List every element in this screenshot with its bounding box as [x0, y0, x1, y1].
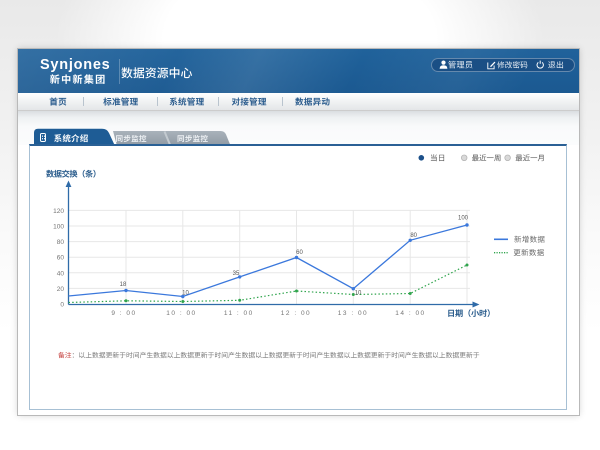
svg-text:0: 0	[60, 302, 64, 309]
svg-text:10: 10	[355, 291, 362, 297]
svg-text:12 : 00: 12 : 00	[281, 310, 311, 317]
svg-text:100: 100	[53, 224, 64, 231]
svg-text:18: 18	[120, 282, 127, 288]
svg-text:13 : 00: 13 : 00	[338, 310, 368, 317]
svg-text:10: 10	[182, 290, 189, 296]
svg-text:120: 120	[53, 208, 64, 215]
svg-text:100: 100	[458, 216, 469, 222]
svg-text:14 : 00: 14 : 00	[395, 310, 425, 317]
svg-text:60: 60	[296, 250, 303, 256]
svg-text:60: 60	[57, 255, 65, 262]
svg-text:35: 35	[233, 271, 240, 277]
svg-text:80: 80	[57, 239, 65, 246]
svg-text:10 : 00: 10 : 00	[166, 310, 196, 317]
svg-text:20: 20	[57, 286, 65, 293]
svg-text:40: 40	[57, 270, 65, 277]
svg-text:11 : 00: 11 : 00	[224, 310, 254, 317]
svg-text:9 : 00: 9 : 00	[111, 310, 136, 317]
svg-text:80: 80	[410, 233, 417, 239]
